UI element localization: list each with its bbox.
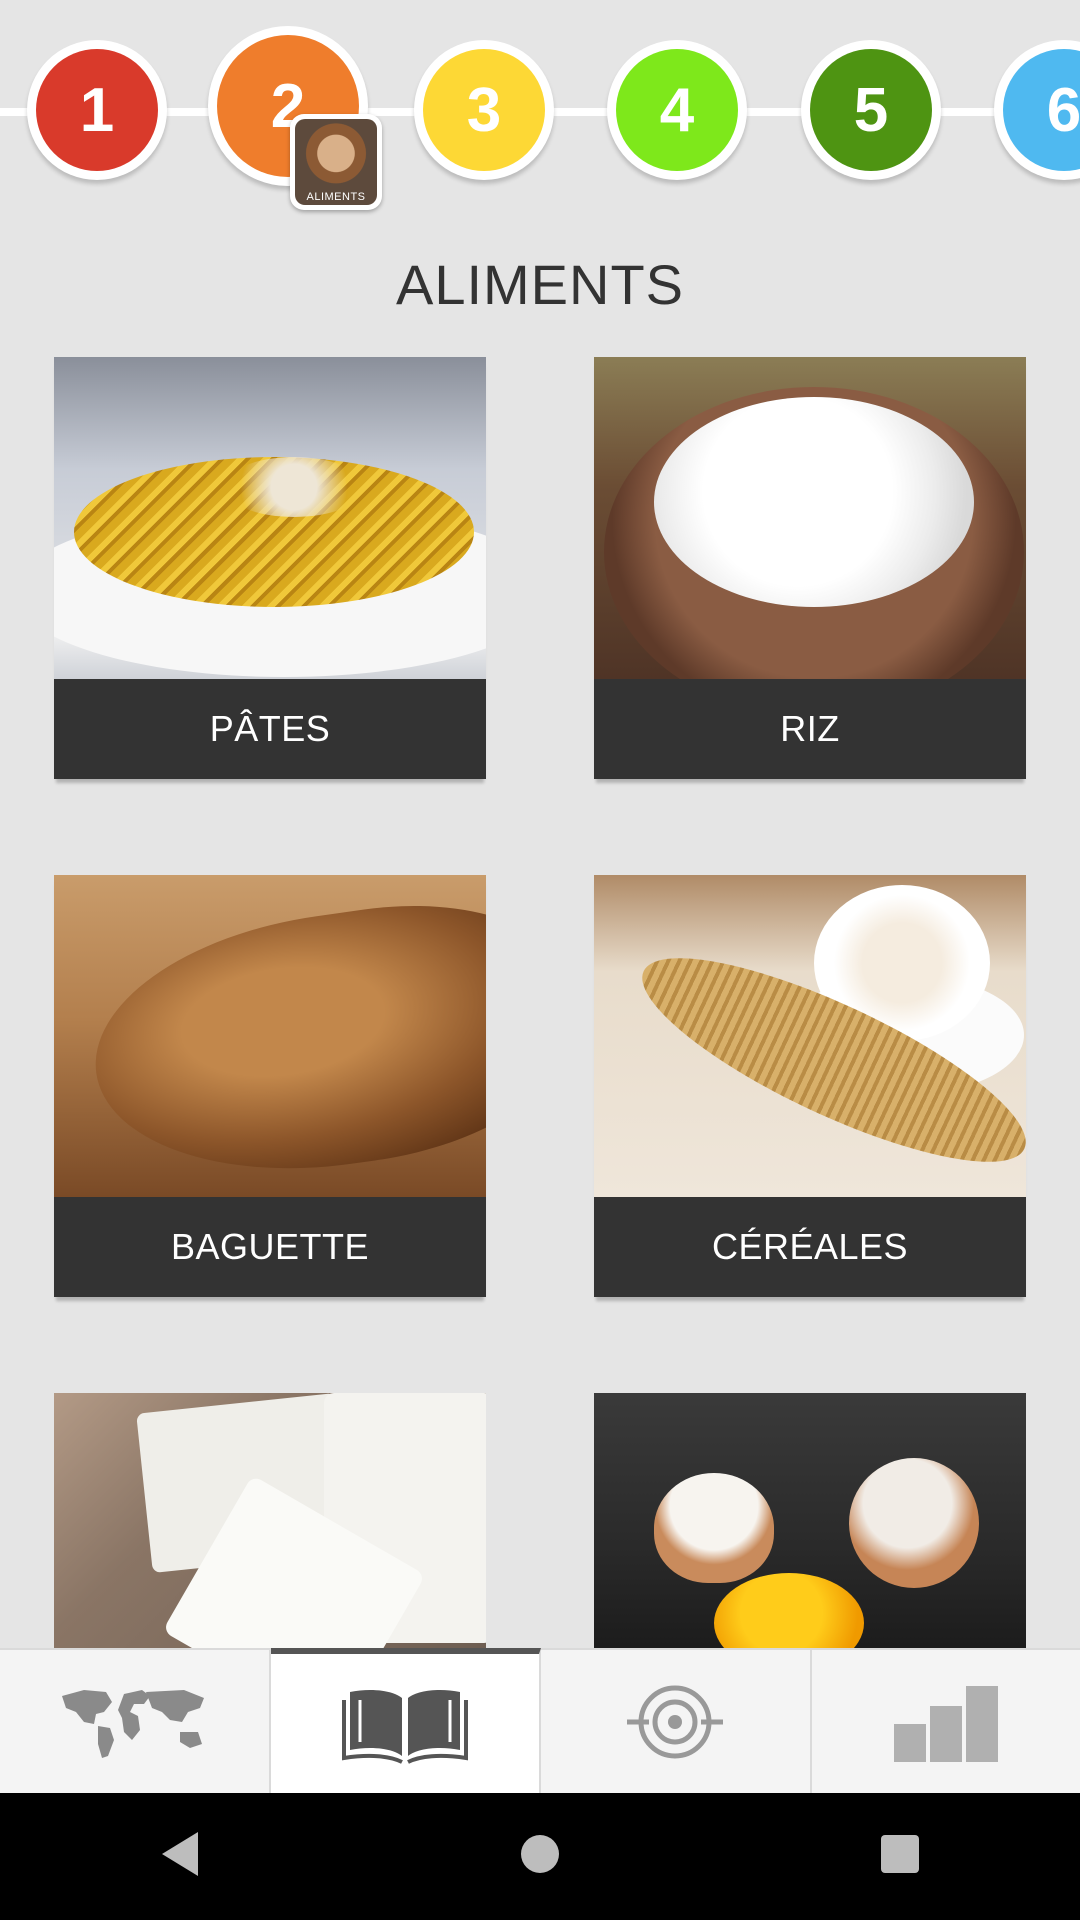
level-4-button[interactable]: 4 <box>607 40 747 180</box>
card-cheese[interactable] <box>54 1393 486 1648</box>
level-4-number: 4 <box>616 49 738 171</box>
card-pates[interactable]: PÂTES <box>54 357 486 779</box>
card-label: CÉRÉALES <box>594 1197 1026 1297</box>
target-icon <box>625 1682 725 1762</box>
bottom-tab-bar <box>0 1648 1080 1793</box>
home-button[interactable] <box>500 1817 580 1897</box>
eggs-image <box>594 1393 1026 1648</box>
current-category-badge: ALIMENTS <box>290 114 382 210</box>
back-triangle-icon <box>158 1830 202 1883</box>
back-button[interactable] <box>140 1817 220 1897</box>
level-6-number: 6 <box>1003 49 1080 171</box>
level-6-button[interactable]: 6 <box>994 40 1080 180</box>
level-3-button[interactable]: 3 <box>414 40 554 180</box>
level-selector: 1 2 ALIMENTS 3 4 5 6 <box>0 0 1080 230</box>
home-circle-icon <box>518 1832 562 1881</box>
rice-image <box>594 357 1026 679</box>
level-1-number: 1 <box>36 49 158 171</box>
tab-practice[interactable] <box>541 1648 812 1793</box>
card-cereales[interactable]: CÉRÉALES <box>594 875 1026 1297</box>
tab-stats[interactable] <box>811 1648 1080 1793</box>
card-eggs[interactable] <box>594 1393 1026 1648</box>
tab-world[interactable] <box>0 1648 271 1793</box>
level-5-number: 5 <box>810 49 932 171</box>
open-book-icon <box>340 1684 470 1764</box>
card-riz[interactable]: RIZ <box>594 357 1026 779</box>
recents-square-icon <box>879 1833 921 1880</box>
cheese-image <box>54 1393 486 1648</box>
card-baguette[interactable]: BAGUETTE <box>54 875 486 1297</box>
category-thumbnail: ALIMENTS <box>295 119 377 205</box>
bar-chart-icon <box>886 1682 1006 1762</box>
cereal-image <box>594 875 1026 1197</box>
pasta-image <box>54 357 486 679</box>
tab-lessons[interactable] <box>270 1648 541 1793</box>
badge-label: ALIMENTS <box>306 191 366 203</box>
world-map-icon <box>54 1682 214 1762</box>
system-navigation-bar <box>0 1793 1080 1920</box>
card-label: PÂTES <box>54 679 486 779</box>
card-label: BAGUETTE <box>54 1197 486 1297</box>
recents-button[interactable] <box>860 1817 940 1897</box>
level-1-button[interactable]: 1 <box>27 40 167 180</box>
level-3-number: 3 <box>423 49 545 171</box>
level-5-button[interactable]: 5 <box>801 40 941 180</box>
card-label: RIZ <box>594 679 1026 779</box>
baguette-image <box>54 875 486 1197</box>
page-title: ALIMENTS <box>395 253 685 316</box>
